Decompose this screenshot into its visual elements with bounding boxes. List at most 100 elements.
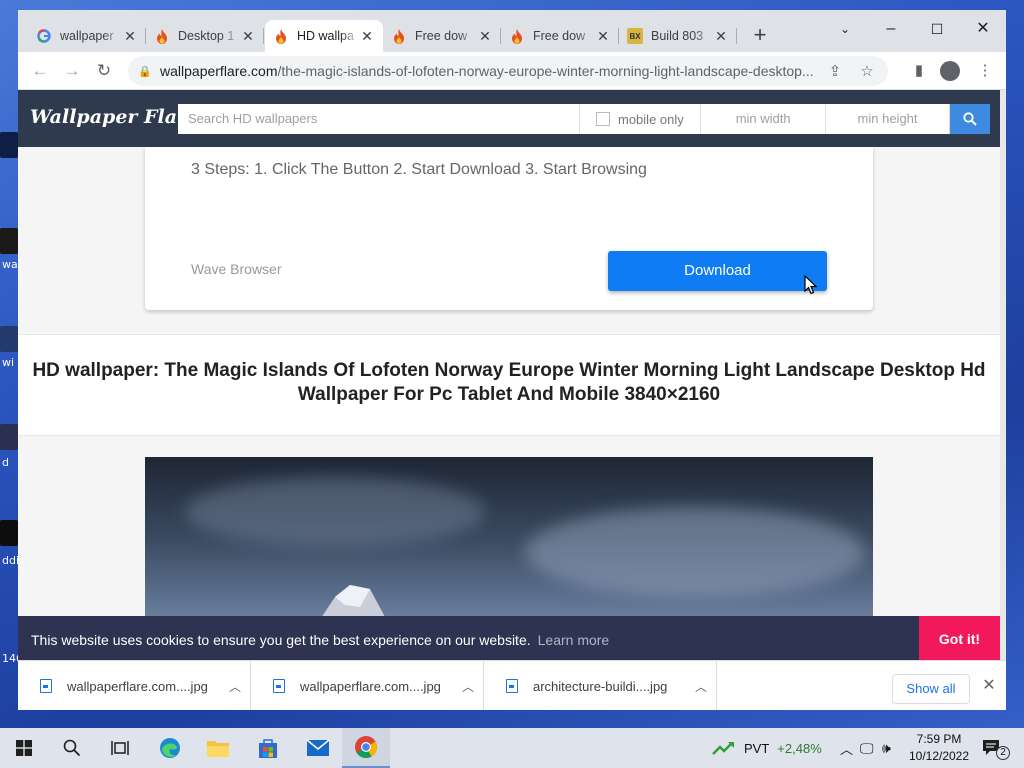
close-window-button[interactable]: ✕ — [960, 14, 1006, 44]
checkbox-icon — [596, 112, 610, 126]
network-icon[interactable]: 🖵 — [860, 728, 874, 768]
folder-icon — [207, 741, 229, 757]
taskbar: PVT +2,48% ︿ 🖵 🕪 7:59 PM 10/12/2022 2 — [0, 728, 1024, 768]
search-button[interactable] — [48, 728, 96, 768]
tab-hd-wallpaper[interactable]: HD wallpa ✕ — [265, 20, 383, 52]
store-app[interactable] — [244, 728, 292, 768]
ad-text: 3 Steps: 1. Click The Button 2. Start Do… — [191, 161, 647, 178]
min-width-input[interactable]: min width — [701, 104, 826, 134]
tab-label: Desktop 1 — [178, 29, 235, 43]
new-tab-button[interactable]: + — [748, 24, 772, 48]
ad-download-button[interactable]: Download — [608, 251, 827, 291]
chrome-icon — [355, 736, 377, 758]
desktop-app-icon[interactable] — [0, 520, 18, 546]
task-view-icon — [111, 741, 129, 755]
tab-search-icon[interactable]: ⌄ — [822, 14, 868, 44]
notification-center-button[interactable]: 2 — [982, 728, 1010, 768]
start-button[interactable] — [0, 728, 48, 768]
address-bar[interactable]: 🔒 wallpaperflare.com /the-magic-islands-… — [128, 56, 888, 86]
tab-free-download-1[interactable]: Free dow ✕ — [383, 20, 501, 52]
desktop-icon-label: ddi — [2, 554, 20, 567]
search-input[interactable]: Search HD wallpapers — [178, 104, 580, 134]
profile-avatar[interactable] — [940, 61, 960, 81]
download-item[interactable]: wallpaperflare.com....jpg ︿ — [18, 661, 251, 710]
desktop-app-icon[interactable] — [0, 326, 18, 352]
tab-label: HD wallpa — [297, 29, 354, 43]
page-title: HD wallpaper: The Magic Islands Of Lofot… — [32, 360, 986, 405]
menu-kebab-icon[interactable]: ⋮ — [972, 58, 998, 84]
cookie-text: This website uses cookies to ensure you … — [31, 631, 531, 648]
desktop-app-icon[interactable] — [0, 424, 18, 450]
search-icon — [963, 112, 977, 126]
minimize-button[interactable]: – — [868, 14, 914, 44]
web-page: 3 Steps: 1. Click The Button 2. Start Do… — [18, 90, 1006, 660]
tab-label: Build 803 — [651, 29, 704, 43]
store-icon — [259, 739, 277, 758]
tab-close-icon[interactable]: ✕ — [595, 28, 611, 44]
task-view-button[interactable] — [96, 728, 144, 768]
download-filename: wallpaperflare.com....jpg — [67, 678, 208, 694]
url-path: /the-magic-islands-of-lofoten-norway-eur… — [277, 63, 814, 79]
url-host: wallpaperflare.com — [160, 63, 278, 79]
system-clock[interactable]: 7:59 PM 10/12/2022 — [900, 731, 978, 765]
tab-google[interactable]: wallpaper ✕ — [28, 20, 146, 52]
tab-close-icon[interactable]: ✕ — [477, 28, 493, 44]
tab-close-icon[interactable]: ✕ — [122, 28, 138, 44]
tab-close-icon[interactable]: ✕ — [240, 28, 256, 44]
maximize-button[interactable]: ☐ — [914, 14, 960, 44]
stock-chart-icon — [712, 742, 734, 755]
volume-icon[interactable]: 🕪 — [882, 728, 891, 768]
site-logo[interactable]: Wallpaper Flare — [30, 106, 199, 128]
tab-build[interactable]: BX Build 803 ✕ — [619, 20, 737, 52]
lock-icon[interactable]: 🔒 — [138, 65, 152, 78]
edge-app[interactable] — [146, 728, 194, 768]
download-item[interactable]: wallpaperflare.com....jpg ︿ — [251, 661, 484, 710]
file-explorer-app[interactable] — [194, 728, 242, 768]
tab-strip: wallpaper ✕ Desktop 1 ✕ HD wallpa ✕ Free… — [18, 10, 1006, 52]
mail-app[interactable] — [294, 728, 342, 768]
tab-label: Free dow — [415, 29, 468, 43]
back-button[interactable]: ← — [27, 58, 53, 84]
got-it-button[interactable]: Got it! — [919, 616, 1000, 660]
desktop-icon-label: wi — [2, 356, 15, 369]
show-all-button[interactable]: Show all — [892, 674, 970, 704]
google-icon — [36, 28, 52, 44]
stock-change: +2,48% — [777, 740, 822, 756]
forward-button[interactable]: → — [59, 58, 85, 84]
desktop-app-icon[interactable] — [0, 228, 18, 254]
image-file-icon — [506, 679, 518, 693]
tab-free-download-2[interactable]: Free dow ✕ — [501, 20, 619, 52]
chevron-up-icon[interactable]: ︿ — [686, 678, 716, 695]
edge-icon — [160, 738, 180, 758]
tab-label: Free dow — [533, 29, 586, 43]
ad-brand[interactable]: Wave Browser — [191, 261, 282, 277]
clock-date: 10/12/2022 — [908, 749, 970, 763]
search-icon — [63, 739, 81, 757]
close-icon[interactable]: ✕ — [978, 675, 1000, 697]
desktop-icon-label: wa — [2, 258, 18, 271]
flame-icon — [154, 28, 170, 44]
download-item[interactable]: architecture-buildi....jpg ︿ — [484, 661, 717, 710]
share-icon[interactable]: ⇪ — [824, 62, 846, 80]
tab-desktop[interactable]: Desktop 1 ✕ — [146, 20, 264, 52]
ad-card: 3 Steps: 1. Click The Button 2. Start Do… — [145, 147, 873, 310]
desktop-app-icon[interactable] — [0, 132, 18, 158]
mobile-only-checkbox[interactable]: mobile only — [580, 104, 702, 134]
reload-button[interactable]: ↻ — [91, 58, 117, 84]
side-panel-icon[interactable]: ▮ — [906, 58, 932, 84]
chevron-up-icon[interactable]: ︿ — [453, 678, 483, 695]
download-filename: architecture-buildi....jpg — [533, 678, 668, 694]
site-header: Wallpaper Flare Search HD wallpapers mob… — [18, 90, 1000, 147]
tab-close-icon[interactable]: ✕ — [713, 28, 729, 44]
search-button[interactable] — [950, 104, 991, 134]
stock-widget[interactable]: PVT +2,48% — [712, 728, 822, 768]
learn-more-link[interactable]: Learn more — [538, 632, 610, 648]
flame-icon — [509, 28, 525, 44]
bookmark-star-icon[interactable]: ☆ — [856, 62, 878, 80]
min-height-input[interactable]: min height — [826, 104, 951, 134]
chrome-app[interactable] — [342, 728, 390, 768]
tab-close-icon[interactable]: ✕ — [359, 28, 375, 44]
page-scrollbar[interactable] — [1000, 90, 1006, 660]
show-hidden-icons-button[interactable]: ︿ — [840, 728, 853, 768]
chevron-up-icon[interactable]: ︿ — [220, 678, 250, 695]
